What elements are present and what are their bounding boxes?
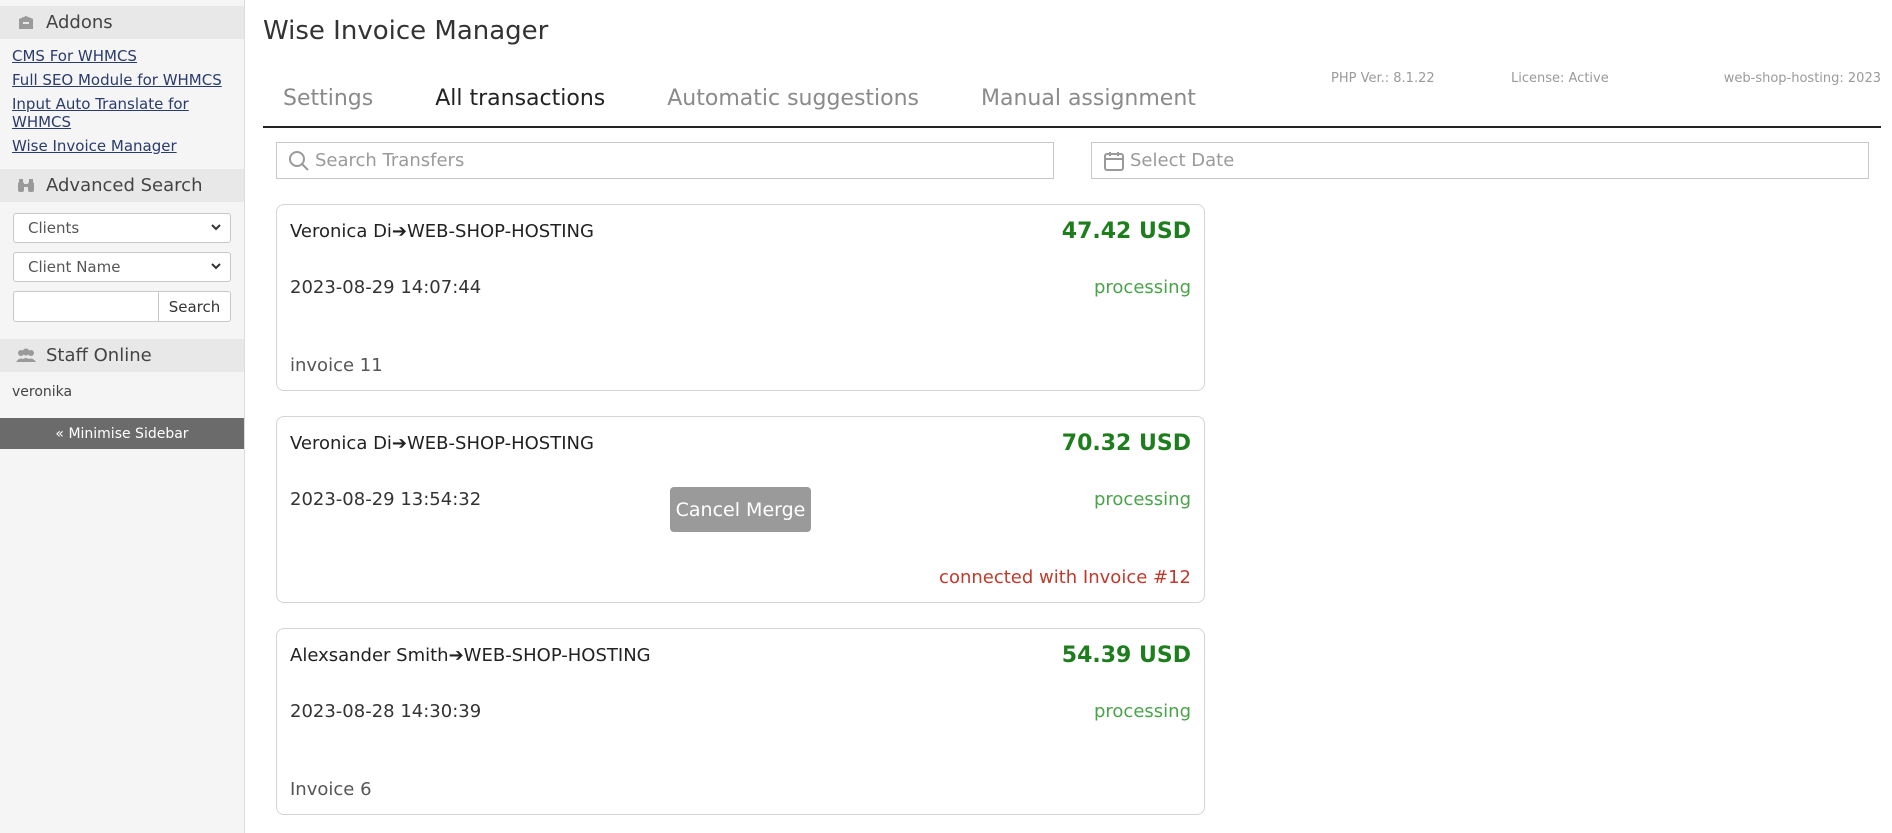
sidebar-search-row: Search <box>13 291 231 322</box>
addons-title: Addons <box>46 12 113 33</box>
users-icon <box>16 346 36 366</box>
advanced-search-title: Advanced Search <box>46 175 203 196</box>
cancel-merge-button[interactable]: Cancel Merge <box>670 487 811 532</box>
tab-automatic-suggestions[interactable]: Automatic suggestions <box>667 86 939 111</box>
addon-links: CMS For WHMCS Full SEO Module for WHMCS … <box>0 39 244 165</box>
search-transfers-input[interactable]: Search Transfers <box>276 142 1054 179</box>
search-type-value: Clients <box>28 219 80 237</box>
transaction-amount: 47.42 USD <box>1061 219 1191 244</box>
transaction-card[interactable]: Veronica Di➔WEB-SHOP-HOSTING 70.32 USD 2… <box>276 416 1205 603</box>
tab-all-transactions[interactable]: All transactions <box>435 86 625 111</box>
addon-link-cms[interactable]: CMS For WHMCS <box>12 47 232 65</box>
transaction-status: processing <box>1093 277 1191 298</box>
staff-online-title: Staff Online <box>46 345 152 366</box>
search-transfers-placeholder: Search Transfers <box>315 150 465 171</box>
tab-manual-assignment[interactable]: Manual assignment <box>981 86 1216 111</box>
tab-settings[interactable]: Settings <box>263 86 393 111</box>
sidebar-search-input[interactable] <box>13 291 158 322</box>
sidebar-search-button[interactable]: Search <box>158 291 231 322</box>
transaction-status: processing <box>1093 701 1191 722</box>
transaction-payer: Veronica Di➔WEB-SHOP-HOSTING <box>290 433 594 454</box>
license-status: License: Active <box>1511 71 1609 86</box>
search-field-select[interactable]: Client Name <box>13 252 231 282</box>
staff-name: veronika <box>12 384 73 400</box>
addon-link-seo[interactable]: Full SEO Module for WHMCS <box>12 71 232 89</box>
connected-invoice: connected with Invoice #12 <box>939 567 1191 588</box>
page-title: Wise Invoice Manager <box>263 16 549 46</box>
transaction-card[interactable]: Alexsander Smith➔WEB-SHOP-HOSTING 54.39 … <box>276 628 1205 815</box>
chevron-down-icon <box>210 214 222 252</box>
search-type-select[interactable]: Clients <box>13 213 231 243</box>
tab-underline <box>263 126 1881 128</box>
calendar-icon <box>1102 149 1126 173</box>
staff-online-header: Staff Online <box>0 339 244 372</box>
box-icon <box>16 13 36 33</box>
transaction-date: 2023-08-29 14:07:44 <box>290 277 482 298</box>
transaction-amount: 70.32 USD <box>1061 431 1191 456</box>
transaction-status: processing <box>1093 489 1191 510</box>
minimise-sidebar-button[interactable]: « Minimise Sidebar <box>0 418 244 449</box>
addons-header: Addons <box>0 6 244 39</box>
php-version: PHP Ver.: 8.1.22 <box>1331 71 1435 86</box>
transaction-date: 2023-08-29 13:54:32 <box>290 489 482 510</box>
tabs: Settings All transactions Automatic sugg… <box>263 86 1258 111</box>
transaction-note: invoice 11 <box>290 355 383 376</box>
search-field-value: Client Name <box>28 258 121 276</box>
search-icon <box>287 149 311 173</box>
select-date-placeholder: Select Date <box>1130 150 1235 171</box>
site-info: web-shop-hosting: 2023 <box>1723 71 1881 86</box>
transaction-amount: 54.39 USD <box>1061 643 1191 668</box>
transaction-date: 2023-08-28 14:30:39 <box>290 701 482 722</box>
chevron-down-icon <box>210 253 222 291</box>
binoculars-icon <box>16 176 36 196</box>
addon-link-wise[interactable]: Wise Invoice Manager <box>12 137 232 155</box>
transaction-note: Invoice 6 <box>290 779 372 800</box>
transaction-card[interactable]: Veronica Di➔WEB-SHOP-HOSTING 47.42 USD 2… <box>276 204 1205 391</box>
transaction-payer: Veronica Di➔WEB-SHOP-HOSTING <box>290 221 594 242</box>
sidebar: Addons CMS For WHMCS Full SEO Module for… <box>0 0 245 833</box>
transaction-payer: Alexsander Smith➔WEB-SHOP-HOSTING <box>290 645 651 666</box>
addon-link-translate[interactable]: Input Auto Translate for WHMCS <box>12 95 232 131</box>
advanced-search-header: Advanced Search <box>0 169 244 202</box>
select-date-input[interactable]: Select Date <box>1091 142 1869 179</box>
